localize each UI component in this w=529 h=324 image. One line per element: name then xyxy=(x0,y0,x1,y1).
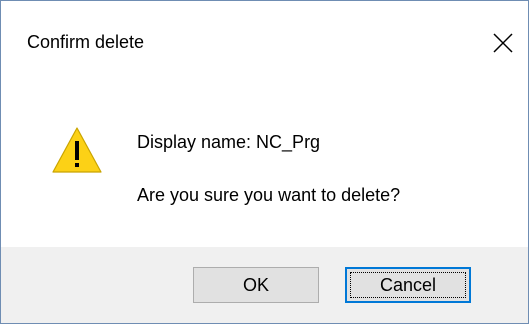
display-name-text: Display name: NC_Prg xyxy=(137,132,321,152)
confirm-question-text: Are you sure you want to delete? xyxy=(137,185,401,205)
cancel-button-label: Cancel xyxy=(379,274,437,295)
close-button[interactable] xyxy=(485,25,521,61)
cancel-button[interactable]: Cancel xyxy=(345,267,471,303)
confirm-delete-dialog: Confirm delete Display name: NC_Prg Are … xyxy=(0,0,529,324)
dialog-title: Confirm delete xyxy=(27,32,145,52)
ok-button[interactable]: OK xyxy=(193,267,319,303)
title-bar: Confirm delete xyxy=(1,1,528,91)
dialog-content: Display name: NC_Prg Are you sure you wa… xyxy=(1,91,528,247)
close-icon xyxy=(493,33,513,53)
warning-icon xyxy=(52,127,102,173)
button-bar: OK Cancel xyxy=(1,247,528,323)
